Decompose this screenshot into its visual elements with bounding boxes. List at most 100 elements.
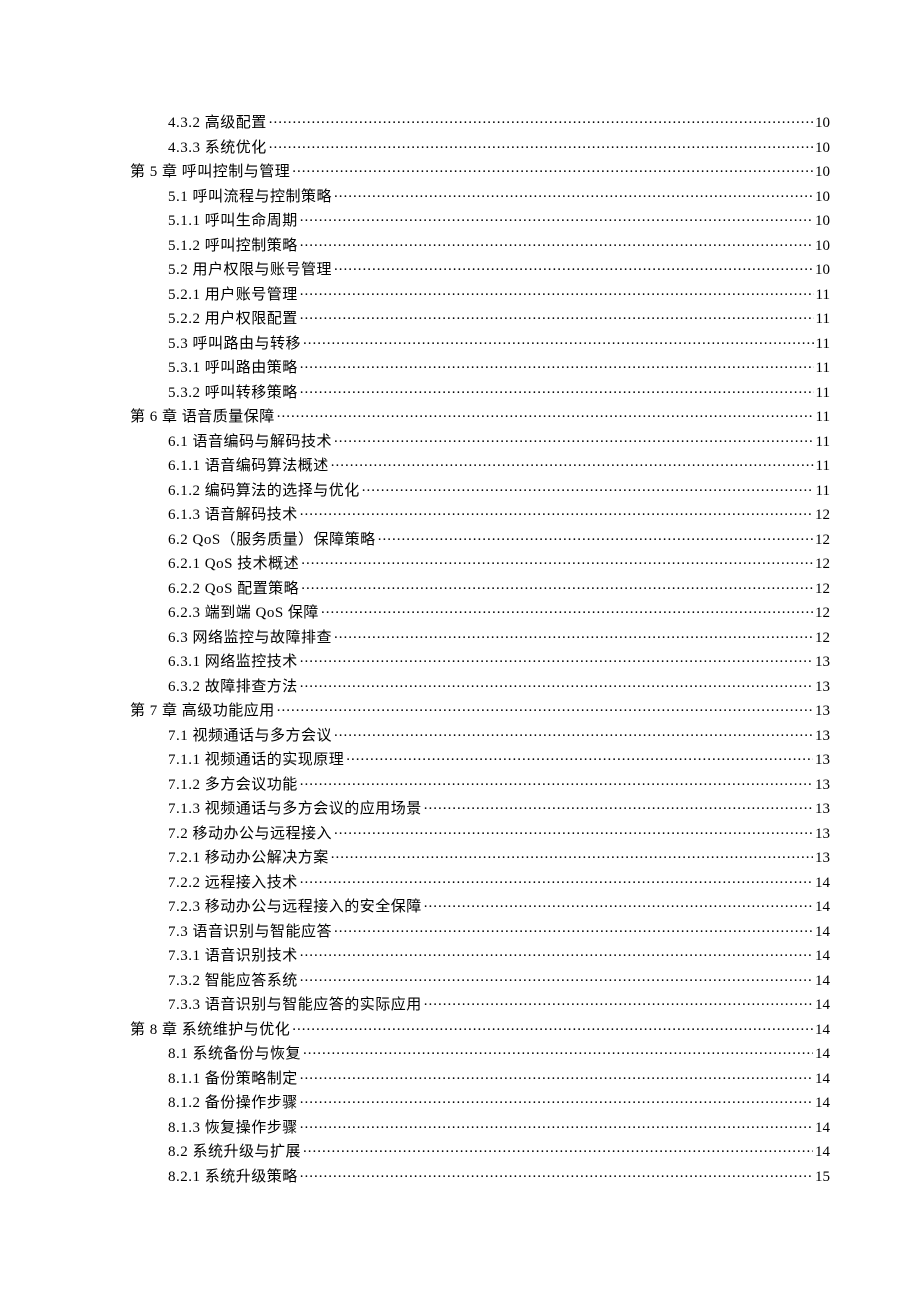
- toc-leader-dots: [269, 112, 813, 127]
- toc-entry[interactable]: 6.2 QoS（服务质量）保障策略12: [90, 529, 830, 545]
- toc-entry[interactable]: 第 8 章 系统维护与优化14: [90, 1019, 830, 1035]
- toc-entry[interactable]: 8.2 系统升级与扩展14: [90, 1141, 830, 1157]
- toc-leader-dots: [334, 823, 813, 838]
- toc-leader-dots: [300, 382, 814, 397]
- toc-entry[interactable]: 6.3.1 网络监控技术13: [90, 651, 830, 667]
- toc-entry-page: 10: [815, 116, 830, 131]
- toc-entry[interactable]: 7.3.1 语音识别技术 14: [90, 945, 830, 961]
- toc-entry[interactable]: 6.1 语音编码与解码技术11: [90, 431, 830, 447]
- toc-entry-page: 14: [815, 1023, 830, 1038]
- toc-leader-dots: [277, 700, 813, 715]
- toc-entry-page: 13: [815, 704, 830, 719]
- toc-entry[interactable]: 7.1.3 视频通话与多方会议的应用场景13: [90, 798, 830, 814]
- toc-entry-page: 11: [816, 386, 830, 401]
- toc-entry[interactable]: 8.1.1 备份策略制定14: [90, 1068, 830, 1084]
- toc-entry-title: 7.3 语音识别与智能应答: [168, 925, 332, 940]
- toc-leader-dots: [300, 774, 813, 789]
- toc-entry-title: 4.3.2 高级配置: [168, 116, 267, 131]
- toc-entry-page: 15: [815, 1170, 830, 1185]
- toc-leader-dots: [424, 994, 813, 1009]
- toc-entry-page: 12: [815, 557, 830, 572]
- toc-entry-page: 14: [815, 974, 830, 989]
- toc-entry-page: 11: [816, 312, 830, 327]
- toc-entry-title: 5.1.1 呼叫生命周期: [168, 214, 298, 229]
- toc-entry[interactable]: 5.1.2 呼叫控制策略10: [90, 235, 830, 251]
- toc-entry[interactable]: 6.1.3 语音解码技术12: [90, 504, 830, 520]
- toc-leader-dots: [292, 1019, 813, 1034]
- toc-entry-title: 第 5 章 呼叫控制与管理: [130, 165, 290, 180]
- toc-entry[interactable]: 5.3.2 呼叫转移策略11: [90, 382, 830, 398]
- toc-entry-title: 6.2.3 端到端 QoS 保障: [168, 606, 319, 621]
- toc-leader-dots: [300, 308, 814, 323]
- toc-entry[interactable]: 7.3.3 语音识别与智能应答的实际应用14: [90, 994, 830, 1010]
- toc-entry[interactable]: 第 5 章 呼叫控制与管理10: [90, 161, 830, 177]
- toc-entry-page: 13: [815, 851, 830, 866]
- toc-entry[interactable]: 6.1.1 语音编码算法概述 11: [90, 455, 830, 471]
- toc-entry[interactable]: 6.3.2 故障排查方法13: [90, 676, 830, 692]
- toc-leader-dots: [303, 333, 814, 348]
- toc-entry[interactable]: 6.3 网络监控与故障排查12: [90, 627, 830, 643]
- toc-entry[interactable]: 7.2.1 移动办公解决方案13: [90, 847, 830, 863]
- toc-leader-dots: [424, 798, 813, 813]
- toc-entry[interactable]: 5.2 用户权限与账号管理10: [90, 259, 830, 275]
- toc-entry-title: 6.2 QoS（服务质量）保障策略: [168, 533, 376, 548]
- toc-leader-dots: [334, 186, 813, 201]
- toc-leader-dots: [301, 553, 813, 568]
- toc-entry[interactable]: 第 6 章 语音质量保障11: [90, 406, 830, 422]
- toc-entry[interactable]: 6.1.2 编码算法的选择与优化 11: [90, 480, 830, 496]
- toc-entry-title: 7.1.3 视频通话与多方会议的应用场景: [168, 802, 422, 817]
- toc-entry-title: 5.1 呼叫流程与控制策略: [168, 190, 332, 205]
- toc-entry-page: 14: [815, 1145, 830, 1160]
- toc-leader-dots: [331, 455, 814, 470]
- toc-entry-page: 14: [815, 949, 830, 964]
- toc-entry[interactable]: 8.2.1 系统升级策略15: [90, 1166, 830, 1182]
- toc-entry[interactable]: 5.2.1 用户账号管理11: [90, 284, 830, 300]
- toc-entry-title: 6.1.2 编码算法的选择与优化: [168, 484, 360, 499]
- toc-entry-title: 7.3.1 语音识别技术: [168, 949, 298, 964]
- toc-entry-title: 5.2.1 用户账号管理: [168, 288, 298, 303]
- toc-entry-page: 14: [815, 876, 830, 891]
- toc-entry[interactable]: 7.1.1 视频通话的实现原理13: [90, 749, 830, 765]
- toc-entry[interactable]: 4.3.2 高级配置 10: [90, 112, 830, 128]
- toc-entry-title: 8.1.1 备份策略制定: [168, 1072, 298, 1087]
- toc-entry-title: 8.1.2 备份操作步骤: [168, 1096, 298, 1111]
- toc-leader-dots: [424, 896, 813, 911]
- toc-leader-dots: [300, 676, 813, 691]
- toc-entry[interactable]: 5.3.1 呼叫路由策略11: [90, 357, 830, 373]
- toc-entry-title: 6.1.1 语音编码算法概述: [168, 459, 329, 474]
- toc-entry-title: 8.1.3 恢复操作步骤: [168, 1121, 298, 1136]
- toc-entry-page: 10: [815, 239, 830, 254]
- toc-entry[interactable]: 8.1 系统备份与恢复14: [90, 1043, 830, 1059]
- toc-leader-dots: [300, 357, 814, 372]
- toc-entry[interactable]: 5.3 呼叫路由与转移11: [90, 333, 830, 349]
- toc-entry-title: 4.3.3 系统优化: [168, 141, 267, 156]
- toc-entry[interactable]: 5.1.1 呼叫生命周期 10: [90, 210, 830, 226]
- toc-entry[interactable]: 7.2.3 移动办公与远程接入的安全保障14: [90, 896, 830, 912]
- toc-entry[interactable]: 7.2.2 远程接入技术14: [90, 872, 830, 888]
- toc-entry[interactable]: 7.2 移动办公与远程接入13: [90, 823, 830, 839]
- toc-entry[interactable]: 7.3 语音识别与智能应答 14: [90, 921, 830, 937]
- toc-entry[interactable]: 第 7 章 高级功能应用13: [90, 700, 830, 716]
- toc-leader-dots: [334, 259, 813, 274]
- toc-entry[interactable]: 7.1 视频通话与多方会议13: [90, 725, 830, 741]
- toc-entry-page: 14: [815, 1096, 830, 1111]
- toc-entry[interactable]: 7.1.2 多方会议功能13: [90, 774, 830, 790]
- toc-entry[interactable]: 6.2.3 端到端 QoS 保障12: [90, 602, 830, 618]
- toc-entry[interactable]: 8.1.3 恢复操作步骤 14: [90, 1117, 830, 1133]
- toc-entry[interactable]: 8.1.2 备份操作步骤 14: [90, 1092, 830, 1108]
- toc-entry-page: 14: [815, 1121, 830, 1136]
- toc-entry-title: 6.1.3 语音解码技术: [168, 508, 298, 523]
- toc-entry-page: 13: [815, 680, 830, 695]
- toc-entry[interactable]: 7.3.2 智能应答系统14: [90, 970, 830, 986]
- toc-leader-dots: [300, 1092, 813, 1107]
- toc-entry-page: 10: [815, 214, 830, 229]
- toc-entry[interactable]: 5.2.2 用户权限配置11: [90, 308, 830, 324]
- toc-entry-title: 7.1.1 视频通话的实现原理: [168, 753, 344, 768]
- toc-entry[interactable]: 4.3.3 系统优化10: [90, 137, 830, 153]
- toc-entry-page: 11: [816, 459, 830, 474]
- toc-entry[interactable]: 6.2.2 QoS 配置策略12: [90, 578, 830, 594]
- toc-entry-page: 11: [816, 484, 830, 499]
- toc-entry[interactable]: 6.2.1 QoS 技术概述12: [90, 553, 830, 569]
- toc-entry-page: 14: [815, 925, 830, 940]
- toc-entry[interactable]: 5.1 呼叫流程与控制策略10: [90, 186, 830, 202]
